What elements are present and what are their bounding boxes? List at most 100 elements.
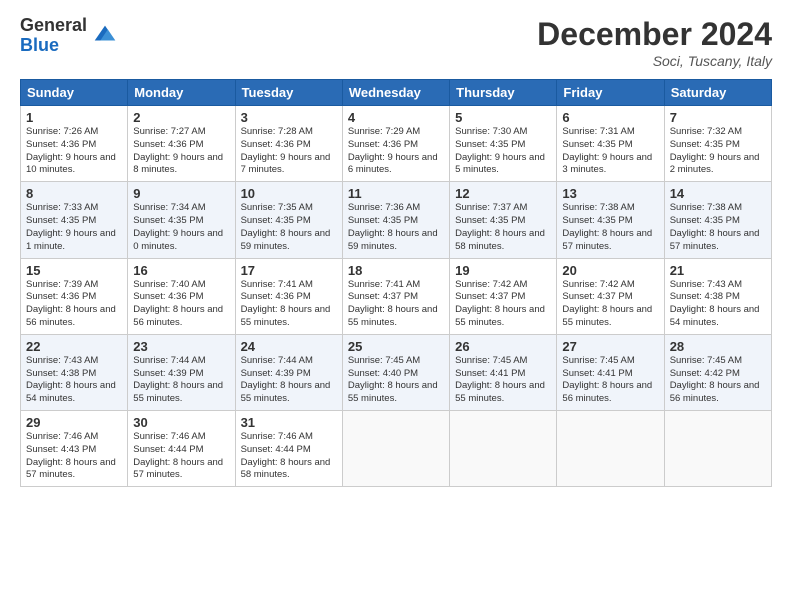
header-wednesday: Wednesday bbox=[342, 80, 449, 106]
day-30: 30 Sunrise: 7:46 AM Sunset: 4:44 PM Dayl… bbox=[128, 411, 235, 487]
header-sunday: Sunday bbox=[21, 80, 128, 106]
day-info-19: Sunrise: 7:42 AM Sunset: 4:37 PM Dayligh… bbox=[455, 279, 551, 330]
day-number-9: 9 bbox=[133, 186, 229, 201]
day-21: 21 Sunrise: 7:43 AM Sunset: 4:38 PM Dayl… bbox=[664, 258, 771, 334]
calendar-week-row: 1 Sunrise: 7:26 AM Sunset: 4:36 PM Dayli… bbox=[21, 106, 772, 182]
day-26: 26 Sunrise: 7:45 AM Sunset: 4:41 PM Dayl… bbox=[450, 334, 557, 410]
day-info-31: Sunrise: 7:46 AM Sunset: 4:44 PM Dayligh… bbox=[241, 431, 337, 482]
day-number-29: 29 bbox=[26, 415, 122, 430]
day-info-15: Sunrise: 7:39 AM Sunset: 4:36 PM Dayligh… bbox=[26, 279, 122, 330]
day-info-1: Sunrise: 7:26 AM Sunset: 4:36 PM Dayligh… bbox=[26, 126, 122, 177]
day-info-30: Sunrise: 7:46 AM Sunset: 4:44 PM Dayligh… bbox=[133, 431, 229, 482]
day-number-10: 10 bbox=[241, 186, 337, 201]
day-11: 11 Sunrise: 7:36 AM Sunset: 4:35 PM Dayl… bbox=[342, 182, 449, 258]
day-13: 13 Sunrise: 7:38 AM Sunset: 4:35 PM Dayl… bbox=[557, 182, 664, 258]
day-number-25: 25 bbox=[348, 339, 444, 354]
day-info-28: Sunrise: 7:45 AM Sunset: 4:42 PM Dayligh… bbox=[670, 355, 766, 406]
day-info-18: Sunrise: 7:41 AM Sunset: 4:37 PM Dayligh… bbox=[348, 279, 444, 330]
day-number-3: 3 bbox=[241, 110, 337, 125]
day-info-14: Sunrise: 7:38 AM Sunset: 4:35 PM Dayligh… bbox=[670, 202, 766, 253]
day-19: 19 Sunrise: 7:42 AM Sunset: 4:37 PM Dayl… bbox=[450, 258, 557, 334]
empty-day bbox=[664, 411, 771, 487]
empty-day bbox=[342, 411, 449, 487]
title-section: December 2024 Soci, Tuscany, Italy bbox=[537, 16, 772, 69]
day-17: 17 Sunrise: 7:41 AM Sunset: 4:36 PM Dayl… bbox=[235, 258, 342, 334]
day-9: 9 Sunrise: 7:34 AM Sunset: 4:35 PM Dayli… bbox=[128, 182, 235, 258]
logo-icon bbox=[91, 20, 119, 48]
day-info-4: Sunrise: 7:29 AM Sunset: 4:36 PM Dayligh… bbox=[348, 126, 444, 177]
empty-day bbox=[557, 411, 664, 487]
header: General Blue December 2024 Soci, Tuscany… bbox=[20, 16, 772, 69]
day-number-20: 20 bbox=[562, 263, 658, 278]
day-info-23: Sunrise: 7:44 AM Sunset: 4:39 PM Dayligh… bbox=[133, 355, 229, 406]
day-20: 20 Sunrise: 7:42 AM Sunset: 4:37 PM Dayl… bbox=[557, 258, 664, 334]
day-number-17: 17 bbox=[241, 263, 337, 278]
day-number-16: 16 bbox=[133, 263, 229, 278]
day-info-17: Sunrise: 7:41 AM Sunset: 4:36 PM Dayligh… bbox=[241, 279, 337, 330]
day-info-7: Sunrise: 7:32 AM Sunset: 4:35 PM Dayligh… bbox=[670, 126, 766, 177]
day-info-3: Sunrise: 7:28 AM Sunset: 4:36 PM Dayligh… bbox=[241, 126, 337, 177]
day-number-7: 7 bbox=[670, 110, 766, 125]
header-thursday: Thursday bbox=[450, 80, 557, 106]
day-info-9: Sunrise: 7:34 AM Sunset: 4:35 PM Dayligh… bbox=[133, 202, 229, 253]
day-7: 7 Sunrise: 7:32 AM Sunset: 4:35 PM Dayli… bbox=[664, 106, 771, 182]
header-friday: Friday bbox=[557, 80, 664, 106]
day-number-27: 27 bbox=[562, 339, 658, 354]
day-info-2: Sunrise: 7:27 AM Sunset: 4:36 PM Dayligh… bbox=[133, 126, 229, 177]
day-number-14: 14 bbox=[670, 186, 766, 201]
day-12: 12 Sunrise: 7:37 AM Sunset: 4:35 PM Dayl… bbox=[450, 182, 557, 258]
day-info-16: Sunrise: 7:40 AM Sunset: 4:36 PM Dayligh… bbox=[133, 279, 229, 330]
day-27: 27 Sunrise: 7:45 AM Sunset: 4:41 PM Dayl… bbox=[557, 334, 664, 410]
day-25: 25 Sunrise: 7:45 AM Sunset: 4:40 PM Dayl… bbox=[342, 334, 449, 410]
day-info-27: Sunrise: 7:45 AM Sunset: 4:41 PM Dayligh… bbox=[562, 355, 658, 406]
day-31: 31 Sunrise: 7:46 AM Sunset: 4:44 PM Dayl… bbox=[235, 411, 342, 487]
weekday-header-row: Sunday Monday Tuesday Wednesday Thursday… bbox=[21, 80, 772, 106]
logo-general: General bbox=[20, 16, 87, 36]
logo: General Blue bbox=[20, 16, 119, 56]
day-number-11: 11 bbox=[348, 186, 444, 201]
day-16: 16 Sunrise: 7:40 AM Sunset: 4:36 PM Dayl… bbox=[128, 258, 235, 334]
day-22: 22 Sunrise: 7:43 AM Sunset: 4:38 PM Dayl… bbox=[21, 334, 128, 410]
day-number-18: 18 bbox=[348, 263, 444, 278]
day-number-5: 5 bbox=[455, 110, 551, 125]
calendar-week-row: 15 Sunrise: 7:39 AM Sunset: 4:36 PM Dayl… bbox=[21, 258, 772, 334]
day-number-19: 19 bbox=[455, 263, 551, 278]
day-number-21: 21 bbox=[670, 263, 766, 278]
day-number-28: 28 bbox=[670, 339, 766, 354]
calendar-week-row: 29 Sunrise: 7:46 AM Sunset: 4:43 PM Dayl… bbox=[21, 411, 772, 487]
day-number-4: 4 bbox=[348, 110, 444, 125]
logo-blue: Blue bbox=[20, 36, 87, 56]
month-title: December 2024 bbox=[537, 16, 772, 53]
calendar-week-row: 8 Sunrise: 7:33 AM Sunset: 4:35 PM Dayli… bbox=[21, 182, 772, 258]
day-24: 24 Sunrise: 7:44 AM Sunset: 4:39 PM Dayl… bbox=[235, 334, 342, 410]
day-5: 5 Sunrise: 7:30 AM Sunset: 4:35 PM Dayli… bbox=[450, 106, 557, 182]
day-number-2: 2 bbox=[133, 110, 229, 125]
day-number-6: 6 bbox=[562, 110, 658, 125]
day-info-25: Sunrise: 7:45 AM Sunset: 4:40 PM Dayligh… bbox=[348, 355, 444, 406]
day-info-13: Sunrise: 7:38 AM Sunset: 4:35 PM Dayligh… bbox=[562, 202, 658, 253]
day-number-12: 12 bbox=[455, 186, 551, 201]
day-info-11: Sunrise: 7:36 AM Sunset: 4:35 PM Dayligh… bbox=[348, 202, 444, 253]
day-info-29: Sunrise: 7:46 AM Sunset: 4:43 PM Dayligh… bbox=[26, 431, 122, 482]
header-saturday: Saturday bbox=[664, 80, 771, 106]
logo-text: General Blue bbox=[20, 16, 87, 56]
day-info-22: Sunrise: 7:43 AM Sunset: 4:38 PM Dayligh… bbox=[26, 355, 122, 406]
day-14: 14 Sunrise: 7:38 AM Sunset: 4:35 PM Dayl… bbox=[664, 182, 771, 258]
day-info-10: Sunrise: 7:35 AM Sunset: 4:35 PM Dayligh… bbox=[241, 202, 337, 253]
day-info-6: Sunrise: 7:31 AM Sunset: 4:35 PM Dayligh… bbox=[562, 126, 658, 177]
day-number-30: 30 bbox=[133, 415, 229, 430]
day-4: 4 Sunrise: 7:29 AM Sunset: 4:36 PM Dayli… bbox=[342, 106, 449, 182]
day-number-15: 15 bbox=[26, 263, 122, 278]
day-3: 3 Sunrise: 7:28 AM Sunset: 4:36 PM Dayli… bbox=[235, 106, 342, 182]
location: Soci, Tuscany, Italy bbox=[537, 53, 772, 69]
header-tuesday: Tuesday bbox=[235, 80, 342, 106]
day-info-8: Sunrise: 7:33 AM Sunset: 4:35 PM Dayligh… bbox=[26, 202, 122, 253]
day-28: 28 Sunrise: 7:45 AM Sunset: 4:42 PM Dayl… bbox=[664, 334, 771, 410]
day-info-5: Sunrise: 7:30 AM Sunset: 4:35 PM Dayligh… bbox=[455, 126, 551, 177]
day-number-24: 24 bbox=[241, 339, 337, 354]
day-23: 23 Sunrise: 7:44 AM Sunset: 4:39 PM Dayl… bbox=[128, 334, 235, 410]
empty-day bbox=[450, 411, 557, 487]
calendar-week-row: 22 Sunrise: 7:43 AM Sunset: 4:38 PM Dayl… bbox=[21, 334, 772, 410]
day-number-26: 26 bbox=[455, 339, 551, 354]
calendar: Sunday Monday Tuesday Wednesday Thursday… bbox=[20, 79, 772, 487]
